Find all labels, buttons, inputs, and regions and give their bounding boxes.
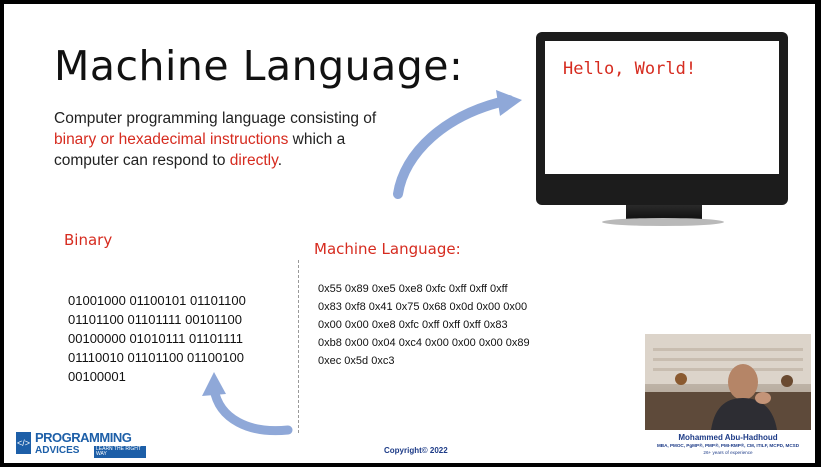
logo-text-top: PROGRAMMING [35,430,132,445]
binary-line: 01101100 01101111 00101100 [68,312,242,327]
arrow-to-monitor-head-icon [496,90,522,116]
dashed-divider [298,260,299,433]
hex-line: 0x00 0x00 0xe8 0xfc 0xff 0xff 0xff 0x83 [318,319,508,331]
binary-line: 00100001 [68,369,126,384]
logo-text-bottom: ADVICES [35,445,80,456]
logo-tagline: LEARN THE RIGHT WAY [94,446,146,458]
binary-line: 00100000 01010111 01101111 [68,331,243,346]
programming-advices-logo: </> PROGRAMMING ADVICES LEARN THE RIGHT … [16,430,146,458]
binary-line: 01110010 01101100 01100100 [68,350,244,365]
edge-marker [813,234,815,246]
presenter-experience: 26+ years of experience [703,450,753,455]
presenter-image [645,334,811,430]
copyright-text: Copyright© 2022 [384,446,448,455]
binary-line: 01001000 01100101 01101100 [68,293,246,308]
hex-code-block: 0x55 0x89 0xe5 0xe8 0xfc 0xff 0xff 0xff … [318,280,530,370]
hex-line: 0x83 0xf8 0x41 0x75 0x68 0x0d 0x00 0x00 [318,301,528,313]
arrow-to-monitor-icon [393,95,514,199]
logo-icon: </> [16,432,31,454]
hex-line: 0xec 0x5d 0xc3 [318,355,395,367]
slide: Machine Language: Computer programming l… [4,4,815,463]
presenter-name: Mohammed Abu-Hadhoud [678,433,778,442]
machine-language-label: Machine Language: [314,240,461,258]
arrow-to-binary-icon [209,384,293,436]
presenter-video [645,334,811,430]
video-frame: Machine Language: Computer programming l… [0,0,821,467]
hex-line: 0x55 0x89 0xe5 0xe8 0xfc 0xff 0xff 0xff [318,283,508,295]
binary-label: Binary [64,231,113,249]
binary-code-block: 01001000 01100101 01101100 01101100 0110… [68,291,246,386]
hex-line: 0xb8 0x00 0x04 0xc4 0x00 0x00 0x00 0x89 [318,337,530,349]
presenter-credentials: MBA, PMOC, PgMP®, PMP®, PMI-RMP®, CM, IT… [656,443,800,448]
